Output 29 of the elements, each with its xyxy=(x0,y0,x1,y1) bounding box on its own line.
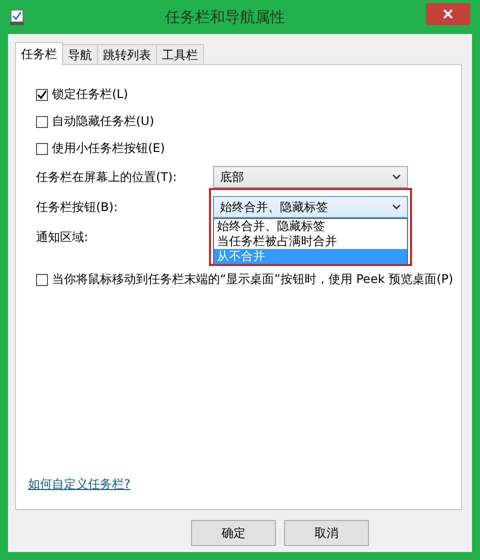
checkbox[interactable] xyxy=(36,116,48,128)
checkbox-label: 自动隐藏任务栏(U) xyxy=(52,113,154,130)
dropdown-option[interactable]: 当任务栏被占满时合并 xyxy=(214,234,407,249)
close-icon xyxy=(443,9,453,19)
checkbox[interactable] xyxy=(36,274,48,286)
field-label: 任务栏按钮(B): xyxy=(36,198,119,216)
dropdown[interactable]: 底部 xyxy=(213,166,408,188)
dialog-button[interactable]: 取消 xyxy=(284,520,369,546)
field-label: 任务栏在屏幕上的位置(T): xyxy=(36,168,178,186)
help-link[interactable]: 如何自定义任务栏? xyxy=(28,476,130,493)
dropdown[interactable]: 始终合并、隐藏标签 xyxy=(213,196,408,218)
field-label: 通知区域: xyxy=(36,228,90,246)
checkbox[interactable] xyxy=(36,142,48,154)
caret-icon xyxy=(392,174,401,180)
check-icon xyxy=(37,90,47,100)
tab[interactable]: 任务栏 xyxy=(15,42,63,65)
caret-icon xyxy=(392,204,401,210)
dialog-button[interactable]: 确定 xyxy=(191,520,276,546)
tab[interactable]: 跳转列表 xyxy=(97,44,157,64)
tab[interactable]: 工具栏 xyxy=(156,44,204,64)
checkbox[interactable] xyxy=(36,88,48,100)
window-title: 任务栏和导航属性 xyxy=(164,8,286,26)
app-icon xyxy=(10,9,24,25)
checkbox-label: 使用小任务栏按钮(E) xyxy=(52,140,165,157)
dropdown-option[interactable]: 始终合并、隐藏标签 xyxy=(214,219,407,234)
checkbox-label: 当你将鼠标移动到任务栏末端的“显示桌面”按钮时，使用 Peek 预览桌面(P) xyxy=(52,271,454,288)
tab[interactable]: 导航 xyxy=(62,44,98,64)
checkbox-label: 锁定任务栏(L) xyxy=(52,86,128,103)
close-button[interactable] xyxy=(426,3,470,25)
